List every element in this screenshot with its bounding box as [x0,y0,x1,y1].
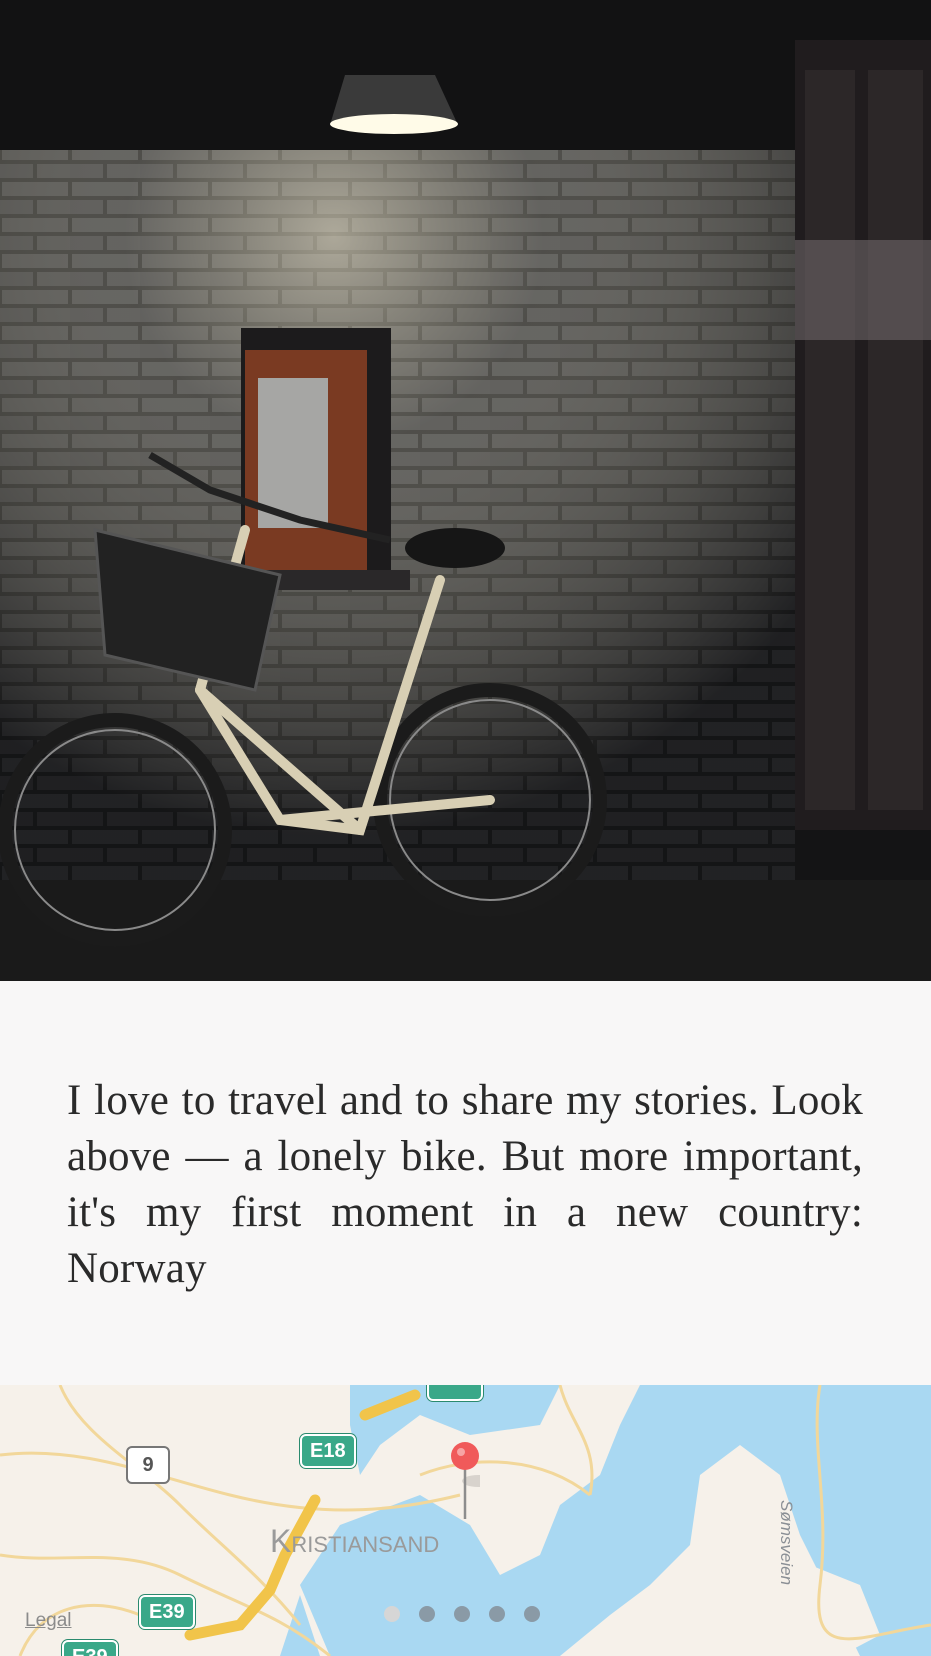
map-pin-icon[interactable] [450,1441,480,1521]
e18-road-shield: E18 [300,1434,356,1468]
page-dot-5[interactable] [524,1606,540,1622]
page-dot-2[interactable] [419,1606,435,1622]
hero-photo [0,0,931,981]
e-road-shield-top [427,1385,483,1401]
legal-link[interactable]: Legal [25,1610,72,1632]
page-dot-3[interactable] [454,1606,470,1622]
page-dot-1[interactable] [384,1606,400,1622]
page-indicator[interactable] [384,1606,540,1622]
map-view[interactable]: E18 E39 E39 9 Kristiansand Sømsveien Leg… [0,1385,931,1656]
story-section: I love to travel and to share my stories… [0,981,931,1385]
page-dot-4[interactable] [489,1606,505,1622]
e39-road-shield: E39 [139,1595,195,1629]
city-label: Kristiansand [270,1523,440,1559]
street-label: Sømsveien [777,1500,796,1586]
route-9-shield: 9 [126,1446,170,1484]
bicycle-photo [0,0,931,981]
e39-road-shield-partial: E39 [62,1640,118,1656]
story-text: I love to travel and to share my stories… [67,1077,863,1292]
